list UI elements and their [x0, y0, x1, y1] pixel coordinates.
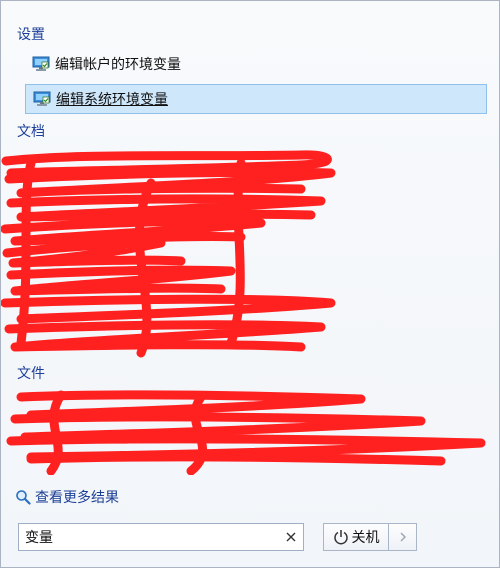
- result-label: 编辑帐户的环境变量: [55, 57, 181, 73]
- redacted-documents-results: [1, 143, 500, 363]
- monitor-settings-icon: [31, 55, 51, 73]
- result-edit-account-env-vars[interactable]: 编辑帐户的环境变量: [25, 49, 487, 79]
- monitor-settings-icon: [32, 90, 52, 108]
- power-icon: [333, 529, 349, 545]
- redaction-scribble: [1, 150, 336, 358]
- start-menu-search-results: 设置 编辑帐户的环境变量 编辑系统环境变量 文档 文件 查看更多结果 变量 关机: [0, 0, 500, 568]
- group-title-files: 文件: [17, 366, 45, 382]
- group-title-documents: 文档: [17, 124, 45, 140]
- shutdown-group: 关机: [323, 523, 417, 551]
- redaction-scribble: [6, 390, 486, 475]
- close-icon: [286, 532, 296, 542]
- see-more-results-link[interactable]: 查看更多结果: [15, 487, 119, 507]
- redacted-files-results: [1, 385, 500, 475]
- clear-search-button[interactable]: [279, 524, 303, 550]
- search-input[interactable]: [19, 528, 279, 546]
- chevron-right-icon: [400, 532, 406, 542]
- shutdown-label: 关机: [351, 530, 380, 546]
- result-edit-system-env-vars[interactable]: 编辑系统环境变量: [25, 84, 487, 114]
- shutdown-button[interactable]: 关机: [323, 523, 389, 551]
- shutdown-options-button[interactable]: [389, 523, 417, 551]
- result-label: 编辑系统环境变量: [56, 92, 168, 108]
- search-box[interactable]: [18, 523, 304, 551]
- search-icon: [15, 489, 31, 505]
- see-more-results-label: 查看更多结果: [35, 490, 119, 506]
- group-title-settings: 设置: [17, 27, 45, 43]
